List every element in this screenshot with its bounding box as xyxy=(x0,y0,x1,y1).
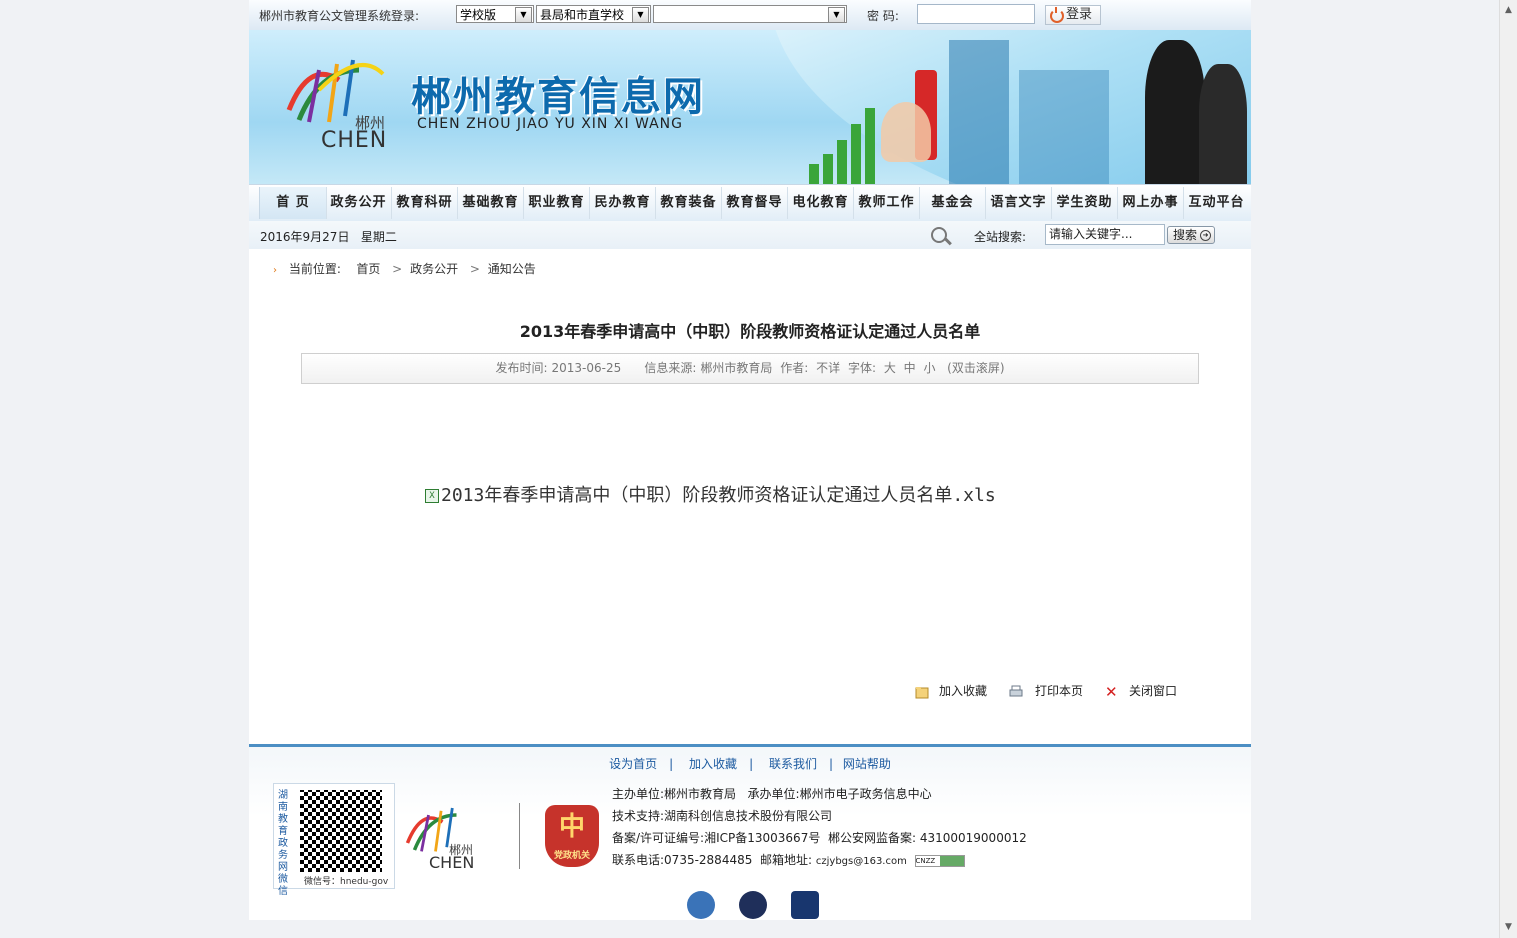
nav-item-online[interactable]: 网上办事 xyxy=(1118,187,1184,219)
attachment-link[interactable]: X 2013年春季申请高中（中职）阶段教师资格证认定通过人员名单.xls xyxy=(425,481,996,507)
date-search-bar: 2016年9月27日 星期二 全站搜索: 请输入关键字... 搜索 ➜ xyxy=(249,221,1251,249)
breadcrumb-government[interactable]: 政务公开 xyxy=(410,262,458,276)
help-link[interactable]: 网站帮助 xyxy=(843,757,891,771)
qr-code-icon xyxy=(300,790,382,872)
scroll-down-icon[interactable]: ▼ xyxy=(1500,919,1517,936)
search-label: 全站搜索: xyxy=(974,230,1027,244)
site-logo[interactable]: 郴州 CHEN xyxy=(279,50,399,153)
police-officer-icon[interactable] xyxy=(738,891,767,919)
nav-item-vocational[interactable]: 职业教育 xyxy=(524,187,590,219)
close-icon: ✕ xyxy=(1105,682,1118,701)
password-label: 密 码: xyxy=(867,9,899,23)
chevron-down-icon: ▼ xyxy=(515,7,532,23)
article-author: 不详 xyxy=(816,361,841,375)
login-bar: 郴州市教育公文管理系统登录: 学校版 ▼ 县局和市直学校 ▼ ▼ 密 码: 登录 xyxy=(249,0,1251,31)
unit-select[interactable]: 县局和市直学校 ▼ xyxy=(536,5,651,23)
nav-item-aid[interactable]: 学生资助 xyxy=(1052,187,1118,219)
site-banner: 郴州 CHEN 郴州教育信息网 CHEN ZHOU JIAO YU XIN XI… xyxy=(249,30,1251,184)
add-favorite-link[interactable]: 加入收藏 xyxy=(689,757,737,771)
contact-link[interactable]: 联系我们 xyxy=(769,757,817,771)
teacher-figure xyxy=(1145,40,1205,184)
add-favorite-button[interactable]: 加入收藏 xyxy=(915,682,987,699)
site-subtitle: CHEN ZHOU JIAO YU XIN XI WANG xyxy=(417,116,684,132)
breadcrumb-home[interactable]: 首页 xyxy=(356,262,380,276)
font-size-large[interactable]: 大 xyxy=(884,361,896,375)
excel-file-icon: X xyxy=(425,489,439,503)
scroll-up-icon[interactable]: ▲ xyxy=(1500,2,1517,19)
main-nav: 首 页 政务公开 教育科研 基础教育 职业教育 民办教育 教育装备 教育督导 电… xyxy=(249,184,1251,222)
children-image xyxy=(881,102,931,162)
nav-item-teachers[interactable]: 教师工作 xyxy=(854,187,920,219)
article-meta: 发布时间: 2013-06-25 信息来源: 郴州市教育局 作者: 不详 字体: 大… xyxy=(301,353,1199,384)
student-figure xyxy=(1199,64,1247,184)
cnzz-badge[interactable]: CNZZ xyxy=(914,854,965,867)
footer-icons xyxy=(687,891,839,922)
nav-item-language[interactable]: 语言文字 xyxy=(986,187,1052,219)
search-icon xyxy=(931,227,947,243)
login-label: 郴州市教育公文管理系统登录: xyxy=(259,9,420,23)
cyber-police-icon[interactable] xyxy=(790,891,819,919)
chevron-right-icon: > xyxy=(469,262,480,276)
password-input[interactable] xyxy=(917,4,1035,24)
font-size-medium[interactable]: 中 xyxy=(904,361,916,375)
page-container: 郴州市教育公文管理系统登录: 学校版▼ 县局和市直学校▼ ▼ 密 码: 登录 xyxy=(249,0,1251,920)
wechat-qr: 湖南教育政务网微信 微信号：hnedu-gov xyxy=(273,783,395,897)
chevron-down-icon: ▼ xyxy=(828,7,845,23)
folder-star-icon xyxy=(915,686,929,698)
publish-date: 2013-06-25 xyxy=(551,361,622,375)
bullet-icon: › xyxy=(273,265,277,276)
nav-item-equipment[interactable]: 教育装备 xyxy=(656,187,722,219)
article-source: 郴州市教育局 xyxy=(700,361,773,375)
search-button[interactable]: 搜索 ➜ xyxy=(1167,226,1215,244)
power-icon xyxy=(1050,7,1064,23)
nav-item-basic[interactable]: 基础教育 xyxy=(458,187,524,219)
nav-item-interactive[interactable]: 互动平台 xyxy=(1184,187,1249,219)
font-size-small[interactable]: 小 xyxy=(924,361,936,375)
login-button[interactable]: 登录 xyxy=(1045,5,1101,25)
scroll-hint: (双击滚屏) xyxy=(947,361,1005,375)
police-station-icon[interactable] xyxy=(687,891,715,919)
school-select[interactable]: ▼ xyxy=(653,5,847,23)
nav-item-audiovisual[interactable]: 电化教育 xyxy=(788,187,854,219)
set-homepage-link[interactable]: 设为首页 xyxy=(609,757,657,771)
type-select[interactable]: 学校版 ▼ xyxy=(456,5,534,23)
print-button[interactable]: 打印本页 xyxy=(1007,682,1083,699)
nav-item-research[interactable]: 教育科研 xyxy=(392,187,458,219)
nav-item-home[interactable]: 首 页 xyxy=(259,187,327,219)
close-window-button[interactable]: ✕ 关闭窗口 xyxy=(1105,682,1177,699)
current-date: 2016年9月27日 星期二 xyxy=(260,230,397,244)
vertical-scrollbar[interactable]: ▲ ▼ xyxy=(1499,0,1517,938)
government-badge-icon[interactable]: 中党政机关 xyxy=(545,805,599,867)
footer-links: 设为首页 | 加入收藏 | 联系我们 | 网站帮助 xyxy=(609,757,891,771)
footer: 设为首页 | 加入收藏 | 联系我们 | 网站帮助 湖南教育政务网微信 微信号：hne… xyxy=(249,747,1251,920)
search-input[interactable]: 请输入关键字... xyxy=(1045,224,1165,245)
site-title: 郴州教育信息网 xyxy=(411,74,705,120)
footer-info: 主办单位:郴州市教育局 承办单位:郴州市电子政务信息中心 技术支持:湖南科创信息… xyxy=(612,787,1027,867)
chevron-down-icon: ▼ xyxy=(632,7,649,23)
nav-item-foundation[interactable]: 基金会 xyxy=(920,187,986,219)
article-title: 2013年春季申请高中（中职）阶段教师资格证认定通过人员名单 xyxy=(519,322,981,341)
nav-item-private[interactable]: 民办教育 xyxy=(590,187,656,219)
footer-logo: 郴州 CHEN xyxy=(399,801,489,872)
breadcrumb-notices[interactable]: 通知公告 xyxy=(488,262,536,276)
nav-item-government[interactable]: 政务公开 xyxy=(326,187,392,219)
arrow-right-icon: ➜ xyxy=(1200,230,1211,241)
printer-icon xyxy=(1009,685,1023,696)
chevron-right-icon: > xyxy=(392,262,403,276)
breadcrumb: › 当前位置: 首页 > 政务公开 > 通知公告 xyxy=(273,262,536,276)
nav-item-supervision[interactable]: 教育督导 xyxy=(722,187,788,219)
